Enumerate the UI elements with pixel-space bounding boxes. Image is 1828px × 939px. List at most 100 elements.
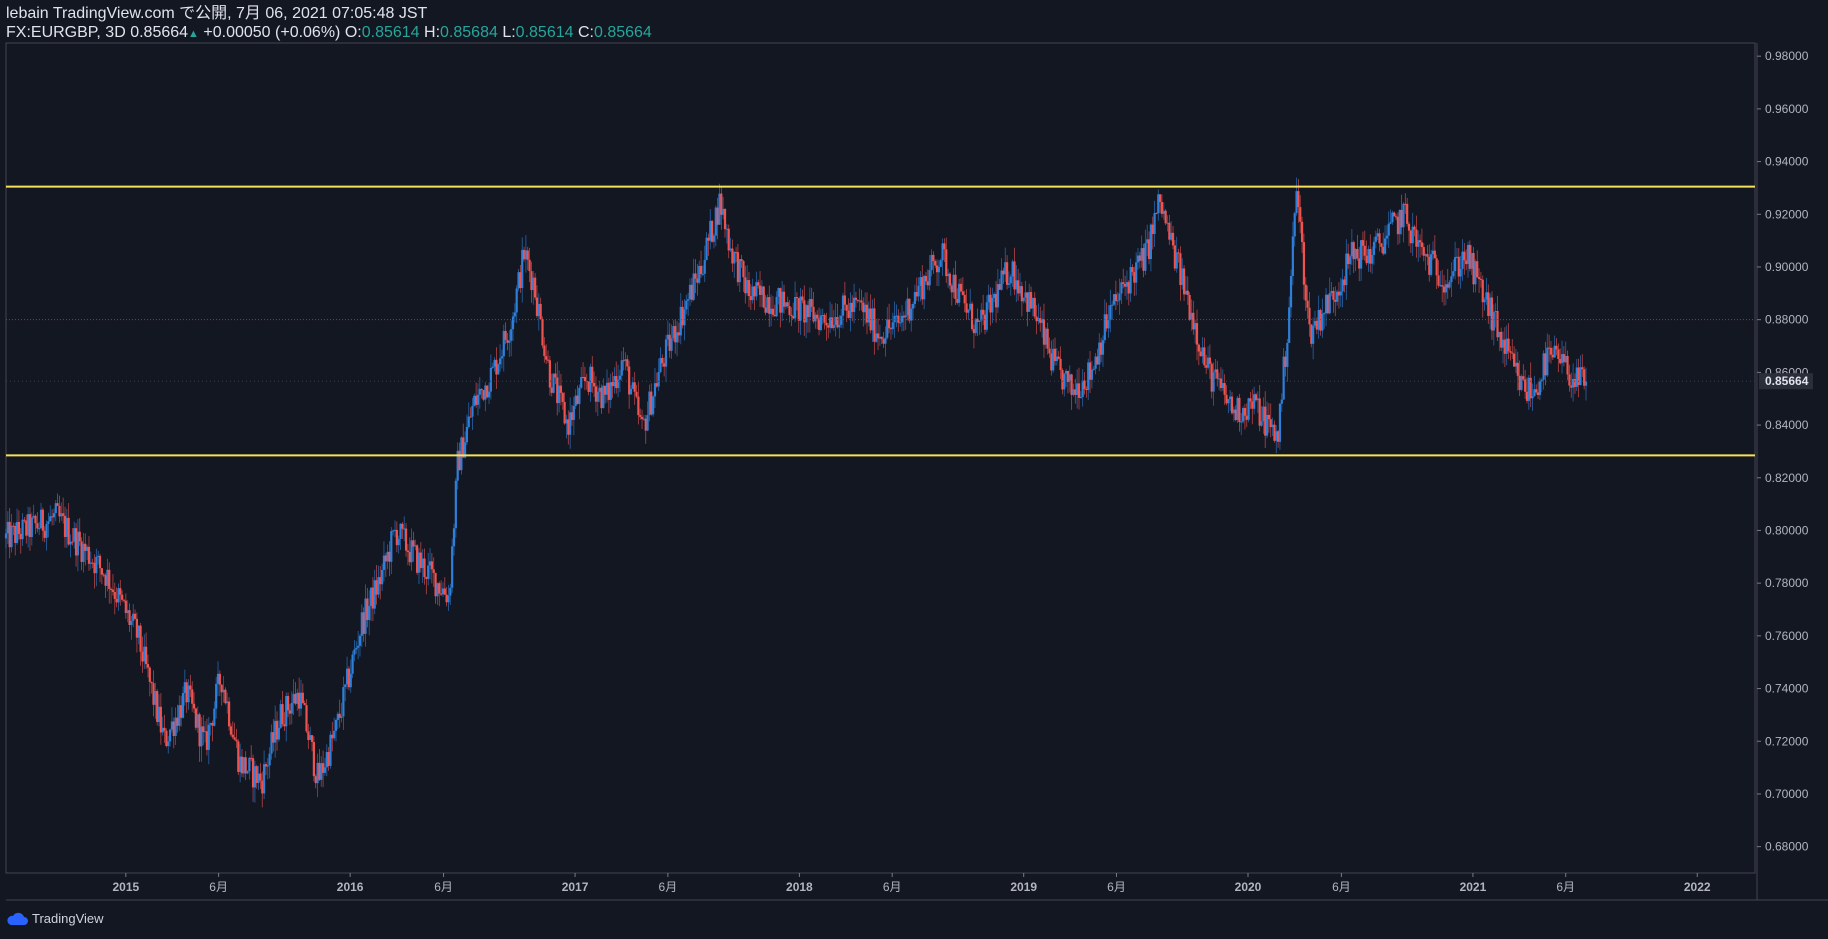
candle-body [1164, 210, 1167, 224]
candle-body [1144, 243, 1147, 271]
candle-body [928, 270, 931, 286]
candle-body [910, 308, 913, 321]
candle-body [954, 274, 957, 299]
candle-body [133, 613, 137, 619]
candle-body [747, 280, 751, 297]
candle-body [312, 741, 315, 777]
candle-body [113, 591, 116, 599]
candle-body [286, 695, 290, 711]
candle-body [150, 681, 153, 684]
time-tick-label: 2022 [1684, 880, 1711, 894]
candle-body [471, 405, 474, 417]
candle-body [1131, 267, 1134, 273]
candle-body [430, 561, 433, 570]
candle-body [825, 322, 828, 326]
candle-body [620, 360, 623, 376]
candle-body [1077, 383, 1081, 398]
candle-body [633, 382, 636, 392]
candle-body [1323, 313, 1326, 315]
candle-body [191, 689, 194, 704]
candle-body [1308, 307, 1311, 325]
candle-body [1304, 284, 1307, 301]
candle-body [840, 315, 843, 325]
candle-body [438, 583, 441, 594]
time-tick-label: 2019 [1010, 880, 1037, 894]
candle-body [1418, 240, 1422, 243]
candle-body [683, 309, 686, 326]
candle-body [727, 228, 730, 251]
candle-body [1516, 362, 1519, 376]
candle-body [397, 539, 400, 546]
candle-body [1535, 389, 1538, 393]
candle-body [554, 373, 557, 378]
candle-body [432, 569, 435, 573]
candle-body [793, 297, 797, 319]
candle-body [657, 372, 660, 387]
candle-body [17, 521, 21, 534]
candle-body [854, 297, 858, 300]
candle-body [487, 391, 491, 398]
candle-body [349, 673, 352, 688]
candle-body [344, 684, 347, 688]
candle-body [1407, 223, 1411, 231]
candle-body [1555, 345, 1558, 350]
tradingview-brand[interactable]: TradingView [6, 911, 104, 926]
candle-body [423, 558, 426, 578]
candle-body [1212, 372, 1215, 392]
candle-body [545, 356, 548, 360]
candle-body [229, 726, 233, 735]
time-axis[interactable]: 2015 6月 2016 6月 2017 6月 2018 6月 2019 6月 2020 6月 2021… [112, 873, 1711, 894]
candle-body [596, 391, 599, 402]
candle-body [213, 708, 216, 726]
price-chart[interactable]: 0.68000 0.70000 0.72000 0.74000 0.76000 0.780… [0, 0, 1828, 939]
candle-body [685, 300, 688, 310]
candle-body [67, 517, 70, 545]
candle-body [1507, 338, 1510, 352]
candle-body [1208, 357, 1211, 364]
candle-body [1454, 257, 1457, 272]
candle-body [480, 388, 483, 391]
candle-body [629, 388, 633, 395]
candle-body [381, 569, 384, 585]
candle-body [449, 587, 452, 596]
candle-body [1383, 238, 1387, 254]
candle-body [244, 757, 247, 774]
candle-body [119, 588, 122, 595]
candle-body [593, 382, 596, 387]
candle-body [139, 625, 142, 652]
candle-body [281, 704, 284, 725]
candle-body [163, 727, 166, 731]
candle-body [368, 605, 371, 621]
candle-body [1524, 379, 1527, 392]
candle-body [1389, 222, 1392, 224]
candle-body [1348, 256, 1352, 265]
candle-body [1297, 191, 1300, 208]
candle-body [1372, 241, 1376, 255]
candle-body [1463, 251, 1466, 261]
candle-body [1546, 347, 1549, 376]
candle-body [1114, 294, 1117, 301]
candle-body [21, 519, 24, 540]
candle-body [1476, 261, 1479, 278]
candle-body [290, 703, 293, 714]
candle-body [334, 719, 338, 731]
candle-body [427, 565, 430, 579]
candle-body [1155, 213, 1158, 215]
candle-body [687, 299, 690, 301]
plot-border [5, 42, 1756, 874]
candle-body [277, 727, 280, 740]
last-price: 0.85664 [130, 24, 189, 41]
candle-body [500, 356, 504, 359]
candle-body [266, 765, 269, 767]
candle-body [1426, 254, 1429, 257]
candle-body [652, 396, 655, 415]
candle-body [1477, 277, 1481, 279]
candle-body [948, 273, 952, 286]
candle-body [515, 288, 518, 313]
candle-body [583, 376, 587, 382]
price-axis[interactable]: 0.68000 0.70000 0.72000 0.74000 0.76000 0.780… [1757, 49, 1813, 854]
candle-body [1538, 381, 1542, 396]
candle-body [635, 391, 638, 397]
candle-body [843, 295, 846, 305]
candle-body [1293, 213, 1296, 237]
